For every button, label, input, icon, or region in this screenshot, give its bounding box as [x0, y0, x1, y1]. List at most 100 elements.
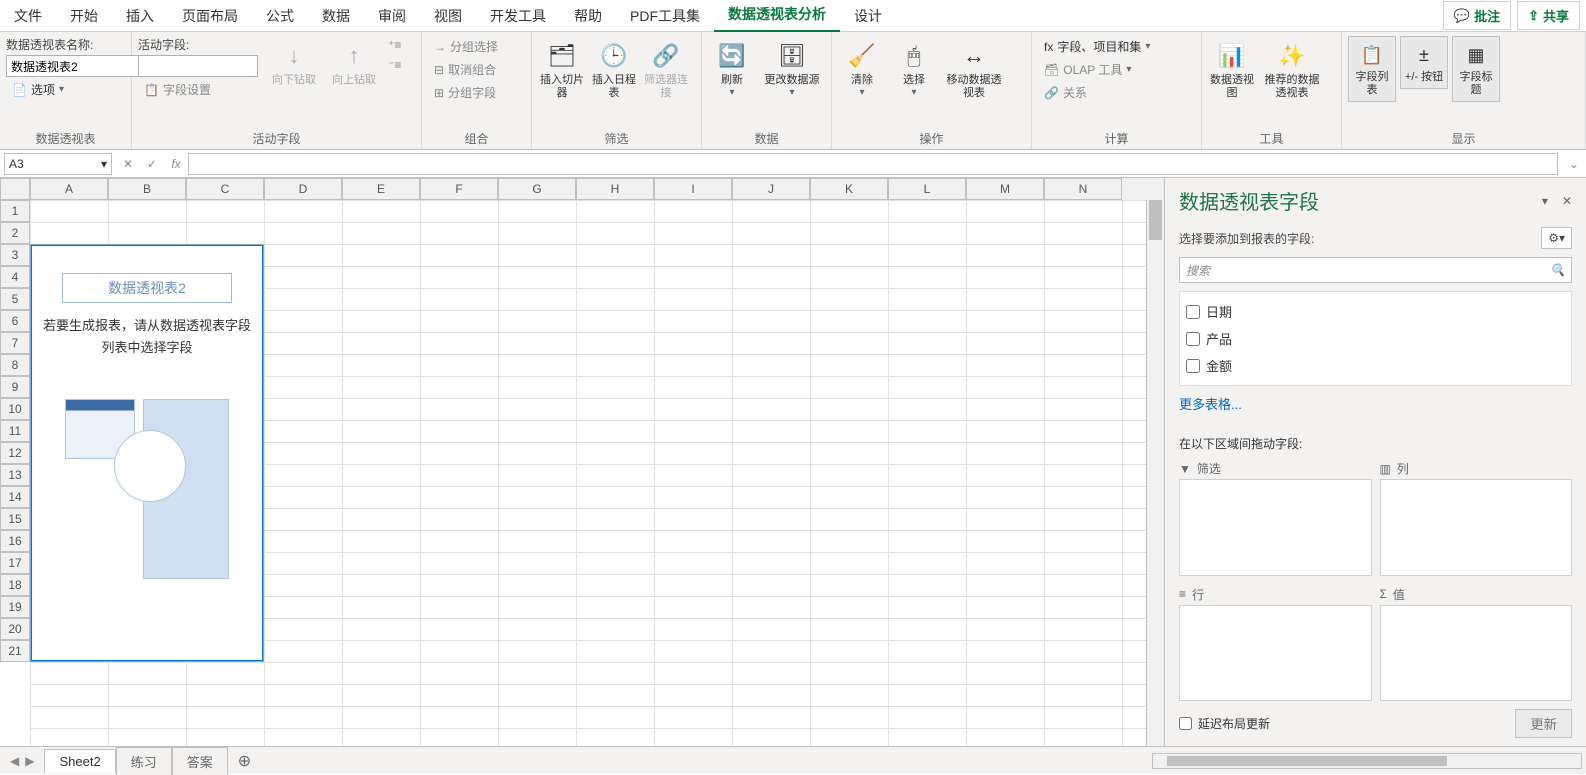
close-field-pane-icon[interactable]: ✕ — [1562, 194, 1572, 208]
pivot-field-item[interactable]: 金额 — [1184, 352, 1567, 379]
defer-layout-checkbox[interactable]: 延迟布局更新 — [1179, 715, 1270, 732]
name-box[interactable]: A3▾ — [4, 153, 112, 175]
cancel-formula-icon[interactable]: ✕ — [116, 157, 140, 171]
row-header[interactable]: 3 — [0, 244, 30, 266]
filter-drop-area[interactable] — [1179, 479, 1372, 576]
pivot-placeholder[interactable]: 数据透视表2 若要生成报表，请从数据透视表字段列表中选择字段 — [30, 244, 264, 662]
worksheet-grid[interactable]: ABCDEFGHIJKLMN 1234567891011121314151617… — [0, 178, 1164, 746]
fx-icon[interactable]: fx — [164, 157, 188, 171]
row-header[interactable]: 21 — [0, 640, 30, 662]
row-header[interactable]: 12 — [0, 442, 30, 464]
field-list-toggle[interactable]: 📋字段列表 — [1348, 36, 1396, 102]
change-datasource-button[interactable]: 🗄更改数据源 — [760, 36, 824, 102]
field-settings-button[interactable]: 📋字段设置 — [138, 79, 258, 100]
update-button[interactable]: 更新 — [1515, 709, 1572, 738]
tab-file[interactable]: 文件 — [0, 0, 56, 32]
column-header[interactable]: N — [1044, 178, 1122, 200]
column-header[interactable]: L — [888, 178, 966, 200]
row-header[interactable]: 8 — [0, 354, 30, 376]
move-pivot-button[interactable]: ↔移动数据透视表 — [942, 36, 1006, 104]
column-header[interactable]: F — [420, 178, 498, 200]
sheet-tab-sheet2[interactable]: Sheet2 — [44, 749, 115, 773]
vertical-scrollbar[interactable] — [1146, 200, 1164, 746]
pivotchart-button[interactable]: 📊数据透视图 — [1208, 36, 1256, 104]
field-headers-toggle[interactable]: ▦字段标题 — [1452, 36, 1500, 102]
field-checkbox[interactable] — [1186, 359, 1200, 373]
sheet-tab-practice[interactable]: 练习 — [116, 747, 172, 775]
clear-button[interactable]: 🧹清除 — [838, 36, 886, 102]
accept-formula-icon[interactable]: ✓ — [140, 157, 164, 171]
field-checkbox[interactable] — [1186, 305, 1200, 319]
values-drop-area[interactable] — [1380, 605, 1573, 702]
tab-data[interactable]: 数据 — [308, 0, 364, 32]
row-header[interactable]: 15 — [0, 508, 30, 530]
row-header[interactable]: 16 — [0, 530, 30, 552]
tab-formula[interactable]: 公式 — [252, 0, 308, 32]
row-header[interactable]: 10 — [0, 398, 30, 420]
row-header[interactable]: 2 — [0, 222, 30, 244]
row-header[interactable]: 4 — [0, 266, 30, 288]
row-header[interactable]: 11 — [0, 420, 30, 442]
more-tables-link[interactable]: 更多表格... — [1165, 386, 1586, 421]
row-header[interactable]: 18 — [0, 574, 30, 596]
plus-minus-toggle[interactable]: ±+/- 按钮 — [1400, 36, 1448, 89]
tab-design[interactable]: 设计 — [840, 0, 896, 32]
column-header[interactable]: C — [186, 178, 264, 200]
column-header[interactable]: A — [30, 178, 108, 200]
column-header[interactable]: K — [810, 178, 888, 200]
insert-timeline-button[interactable]: 🕒插入日程表 — [590, 36, 638, 104]
tab-developer[interactable]: 开发工具 — [476, 0, 560, 32]
row-header[interactable]: 1 — [0, 200, 30, 222]
expand-formula-bar-icon[interactable]: ⌄ — [1562, 157, 1586, 171]
tab-pdf[interactable]: PDF工具集 — [616, 0, 714, 32]
fields-items-sets-button[interactable]: fx字段、项目和集 — [1038, 36, 1156, 57]
column-header[interactable]: D — [264, 178, 342, 200]
field-pane-settings-button[interactable]: ⚙▾ — [1541, 227, 1572, 249]
column-header[interactable]: G — [498, 178, 576, 200]
column-header[interactable]: E — [342, 178, 420, 200]
columns-drop-area[interactable] — [1380, 479, 1573, 576]
sheet-nav-prev-icon[interactable]: ◀ — [10, 754, 19, 768]
tab-review[interactable]: 审阅 — [364, 0, 420, 32]
column-header[interactable]: I — [654, 178, 732, 200]
row-header[interactable]: 14 — [0, 486, 30, 508]
row-header[interactable]: 5 — [0, 288, 30, 310]
recommended-pivot-button[interactable]: ✨推荐的数据透视表 — [1260, 36, 1324, 104]
field-checkbox[interactable] — [1186, 332, 1200, 346]
tab-view[interactable]: 视图 — [420, 0, 476, 32]
collapse-field-icon[interactable]: ⁻≡ — [382, 56, 407, 74]
pivot-field-item[interactable]: 日期 — [1184, 298, 1567, 325]
insert-slicer-button[interactable]: 🗂插入切片器 — [538, 36, 586, 104]
row-header[interactable]: 7 — [0, 332, 30, 354]
pivot-options-button[interactable]: 📄选项 — [6, 79, 70, 100]
row-header[interactable]: 9 — [0, 376, 30, 398]
comments-button[interactable]: 💬批注 — [1443, 1, 1511, 30]
pivot-field-item[interactable]: 产品 — [1184, 325, 1567, 352]
active-field-input[interactable] — [138, 55, 258, 77]
row-header[interactable]: 13 — [0, 464, 30, 486]
horizontal-scrollbar[interactable] — [1152, 753, 1582, 769]
tab-insert[interactable]: 插入 — [112, 0, 168, 32]
formula-input[interactable] — [188, 153, 1558, 175]
sheet-tab-answer[interactable]: 答案 — [172, 747, 228, 775]
expand-field-icon[interactable]: ⁺≡ — [382, 36, 407, 54]
column-header[interactable]: H — [576, 178, 654, 200]
field-pane-dropdown-icon[interactable]: ▾ — [1542, 194, 1548, 208]
row-header[interactable]: 6 — [0, 310, 30, 332]
field-search-input[interactable]: 搜索 🔍 — [1179, 257, 1572, 283]
row-header[interactable]: 19 — [0, 596, 30, 618]
column-header[interactable]: M — [966, 178, 1044, 200]
tab-help[interactable]: 帮助 — [560, 0, 616, 32]
share-button[interactable]: ⇪共享 — [1517, 1, 1580, 30]
select-all-corner[interactable] — [0, 178, 30, 200]
select-button[interactable]: 🖱选择 — [890, 36, 938, 102]
refresh-button[interactable]: 🔄刷新 — [708, 36, 756, 102]
new-sheet-button[interactable]: ⊕ — [228, 751, 261, 771]
row-header[interactable]: 17 — [0, 552, 30, 574]
tab-home[interactable]: 开始 — [56, 0, 112, 32]
row-header[interactable]: 20 — [0, 618, 30, 640]
rows-drop-area[interactable] — [1179, 605, 1372, 702]
sheet-nav-next-icon[interactable]: ▶ — [25, 754, 34, 768]
column-header[interactable]: J — [732, 178, 810, 200]
tab-pivot-analyze[interactable]: 数据透视表分析 — [714, 0, 840, 33]
